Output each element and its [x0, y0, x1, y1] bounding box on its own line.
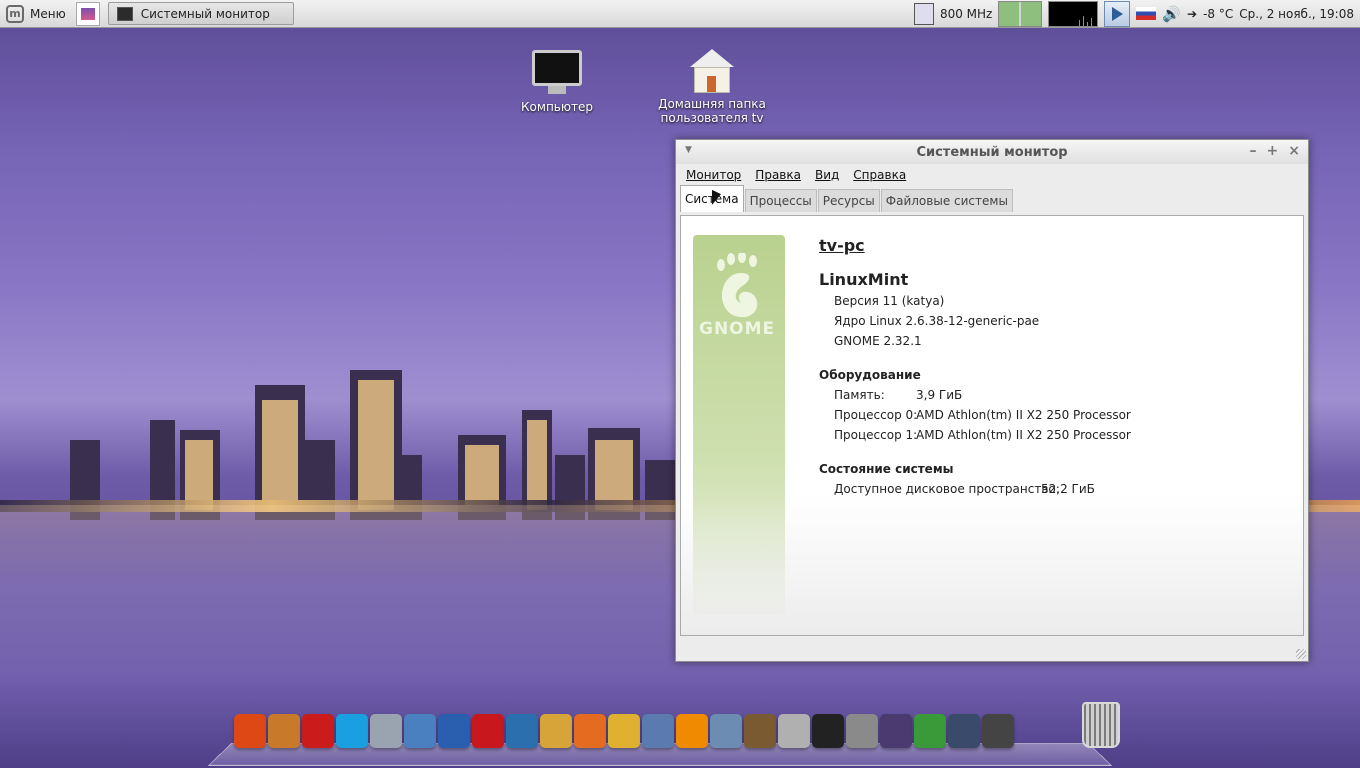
disk-space-value: 52,2 ГиБ: [1041, 482, 1095, 496]
cpu-frequency-icon[interactable]: [913, 2, 934, 25]
dock-items: [234, 714, 1014, 748]
weather-wind-icon: ➔: [1187, 6, 1198, 21]
computer-label: Компьютер: [521, 100, 593, 114]
window-menu-icon[interactable]: ▼: [685, 145, 692, 155]
cpu0-value: AMD Athlon(tm) II X2 250 Processor: [916, 408, 1131, 422]
desktop-icon-home[interactable]: Домашняя папка пользователя tv: [657, 49, 767, 125]
close-icon[interactable]: ×: [1288, 143, 1300, 159]
screenshot-icon[interactable]: [948, 714, 980, 748]
keyboard-layout-flag-icon[interactable]: [1136, 7, 1157, 20]
home-label-line2: пользователя tv: [660, 111, 764, 125]
desktop-icon: [80, 7, 95, 20]
memory-label: Память:: [834, 388, 885, 402]
cpu1-label: Процессор 1:: [834, 428, 918, 442]
skype-icon[interactable]: [336, 714, 368, 748]
play-icon[interactable]: [710, 714, 742, 748]
maximize-icon[interactable]: +: [1267, 143, 1279, 159]
speaker-icon[interactable]: [744, 714, 776, 748]
top-panel: m Меню Системный монитор 800 MHz 🔊 ➔ -8 …: [0, 0, 1360, 28]
vlc-icon[interactable]: [676, 714, 708, 748]
home-folder-icon: [690, 49, 734, 67]
cd-icon[interactable]: [608, 714, 640, 748]
cpu-frequency-label: 800 MHz: [939, 6, 993, 21]
filezilla-icon[interactable]: [472, 714, 504, 748]
drop-icon[interactable]: [370, 714, 402, 748]
system-tray: 800 MHz 🔊 ➔ -8 °C Ср., 2 нояб., 19:08: [913, 0, 1360, 27]
desktop-icon-computer[interactable]: Компьютер: [502, 50, 612, 114]
home-label-line1: Домашняя папка: [658, 97, 766, 111]
resize-grip[interactable]: [1296, 649, 1306, 659]
clock[interactable]: Ср., 2 нояб., 19:08: [1239, 7, 1354, 21]
network-icon[interactable]: [506, 714, 538, 748]
taskbar-button-system-monitor[interactable]: Системный монитор: [107, 2, 294, 25]
paint-icon[interactable]: [540, 714, 572, 748]
disk-space-label: Доступное дисковое пространство:: [834, 482, 1060, 496]
globe-icon[interactable]: [438, 714, 470, 748]
tab-bar: Система Процессы Ресурсы Файловые систем…: [676, 185, 1308, 212]
cpu1-value: AMD Athlon(tm) II X2 250 Processor: [916, 428, 1131, 442]
menu-edit[interactable]: Правка: [755, 168, 801, 182]
system-tab-content: GNOME tv-pc LinuxMint Версия 11 (katya) …: [680, 215, 1304, 636]
window-title: Системный монитор: [916, 144, 1068, 160]
volume-icon[interactable]: 🔊: [1162, 5, 1181, 23]
tab-filesystems[interactable]: Файловые системы: [880, 189, 1013, 212]
temperature-label: -8 °C: [1203, 6, 1234, 21]
mint-logo-icon: m: [6, 4, 24, 23]
hostname: tv-pc: [819, 236, 865, 255]
show-desktop-button[interactable]: [75, 1, 100, 26]
media-player-icon[interactable]: [1104, 0, 1131, 27]
calculator-icon[interactable]: [846, 714, 878, 748]
main-menu-button[interactable]: m Меню: [0, 0, 72, 27]
minimize-icon[interactable]: –: [1250, 143, 1257, 159]
main-menu-label: Меню: [30, 6, 66, 21]
gnome-logo-panel: GNOME: [693, 235, 785, 615]
system-monitor-window: ▼ Системный монитор – + × Монитор Правка…: [675, 139, 1309, 662]
menu-help[interactable]: Справка: [853, 168, 906, 182]
distro-name: LinuxMint: [819, 270, 909, 289]
dock: [200, 702, 1120, 768]
memory-value: 3,9 ГиБ: [916, 388, 963, 402]
window-titlebar[interactable]: ▼ Системный монитор – + ×: [676, 140, 1308, 164]
cpu0-label: Процессор 0:: [834, 408, 918, 422]
memory-graph[interactable]: [998, 0, 1043, 27]
gnome-logo-text: GNOME: [699, 319, 776, 339]
system-status-heading: Состояние системы: [819, 462, 954, 476]
hardware-heading: Оборудование: [819, 368, 921, 382]
terminal-icon[interactable]: [812, 714, 844, 748]
menu-monitor[interactable]: Монитор: [686, 168, 741, 182]
system-monitor-icon: [116, 6, 133, 21]
weather-applet[interactable]: ➔ -8 °C: [1187, 7, 1233, 21]
volume-icon[interactable]: [778, 714, 810, 748]
opera-icon[interactable]: [302, 714, 334, 748]
recycle-icon[interactable]: [914, 714, 946, 748]
gnome-foot-icon: [717, 253, 758, 318]
trash-icon[interactable]: [1082, 702, 1120, 748]
tab-resources[interactable]: Ресурсы: [817, 189, 880, 212]
compass-icon[interactable]: [880, 714, 912, 748]
power-icon[interactable]: [982, 714, 1014, 748]
menu-view[interactable]: Вид: [815, 168, 839, 182]
ubuntu-icon[interactable]: [234, 714, 266, 748]
tab-processes[interactable]: Процессы: [744, 189, 817, 212]
firefox-icon[interactable]: [574, 714, 606, 748]
kernel-version: Ядро Linux 2.6.38-12-generic-pae: [834, 314, 1040, 328]
computer-icon: [532, 50, 582, 86]
distro-version: Версия 11 (katya): [834, 294, 945, 308]
cpu-load-graph[interactable]: [1048, 0, 1099, 27]
mail-icon[interactable]: [404, 714, 436, 748]
monitor-icon[interactable]: [642, 714, 674, 748]
eye-icon[interactable]: [268, 714, 300, 748]
taskbar-label: Системный монитор: [140, 6, 270, 21]
menubar: Монитор Правка Вид Справка: [676, 164, 1308, 186]
gnome-version: GNOME 2.32.1: [834, 334, 922, 348]
